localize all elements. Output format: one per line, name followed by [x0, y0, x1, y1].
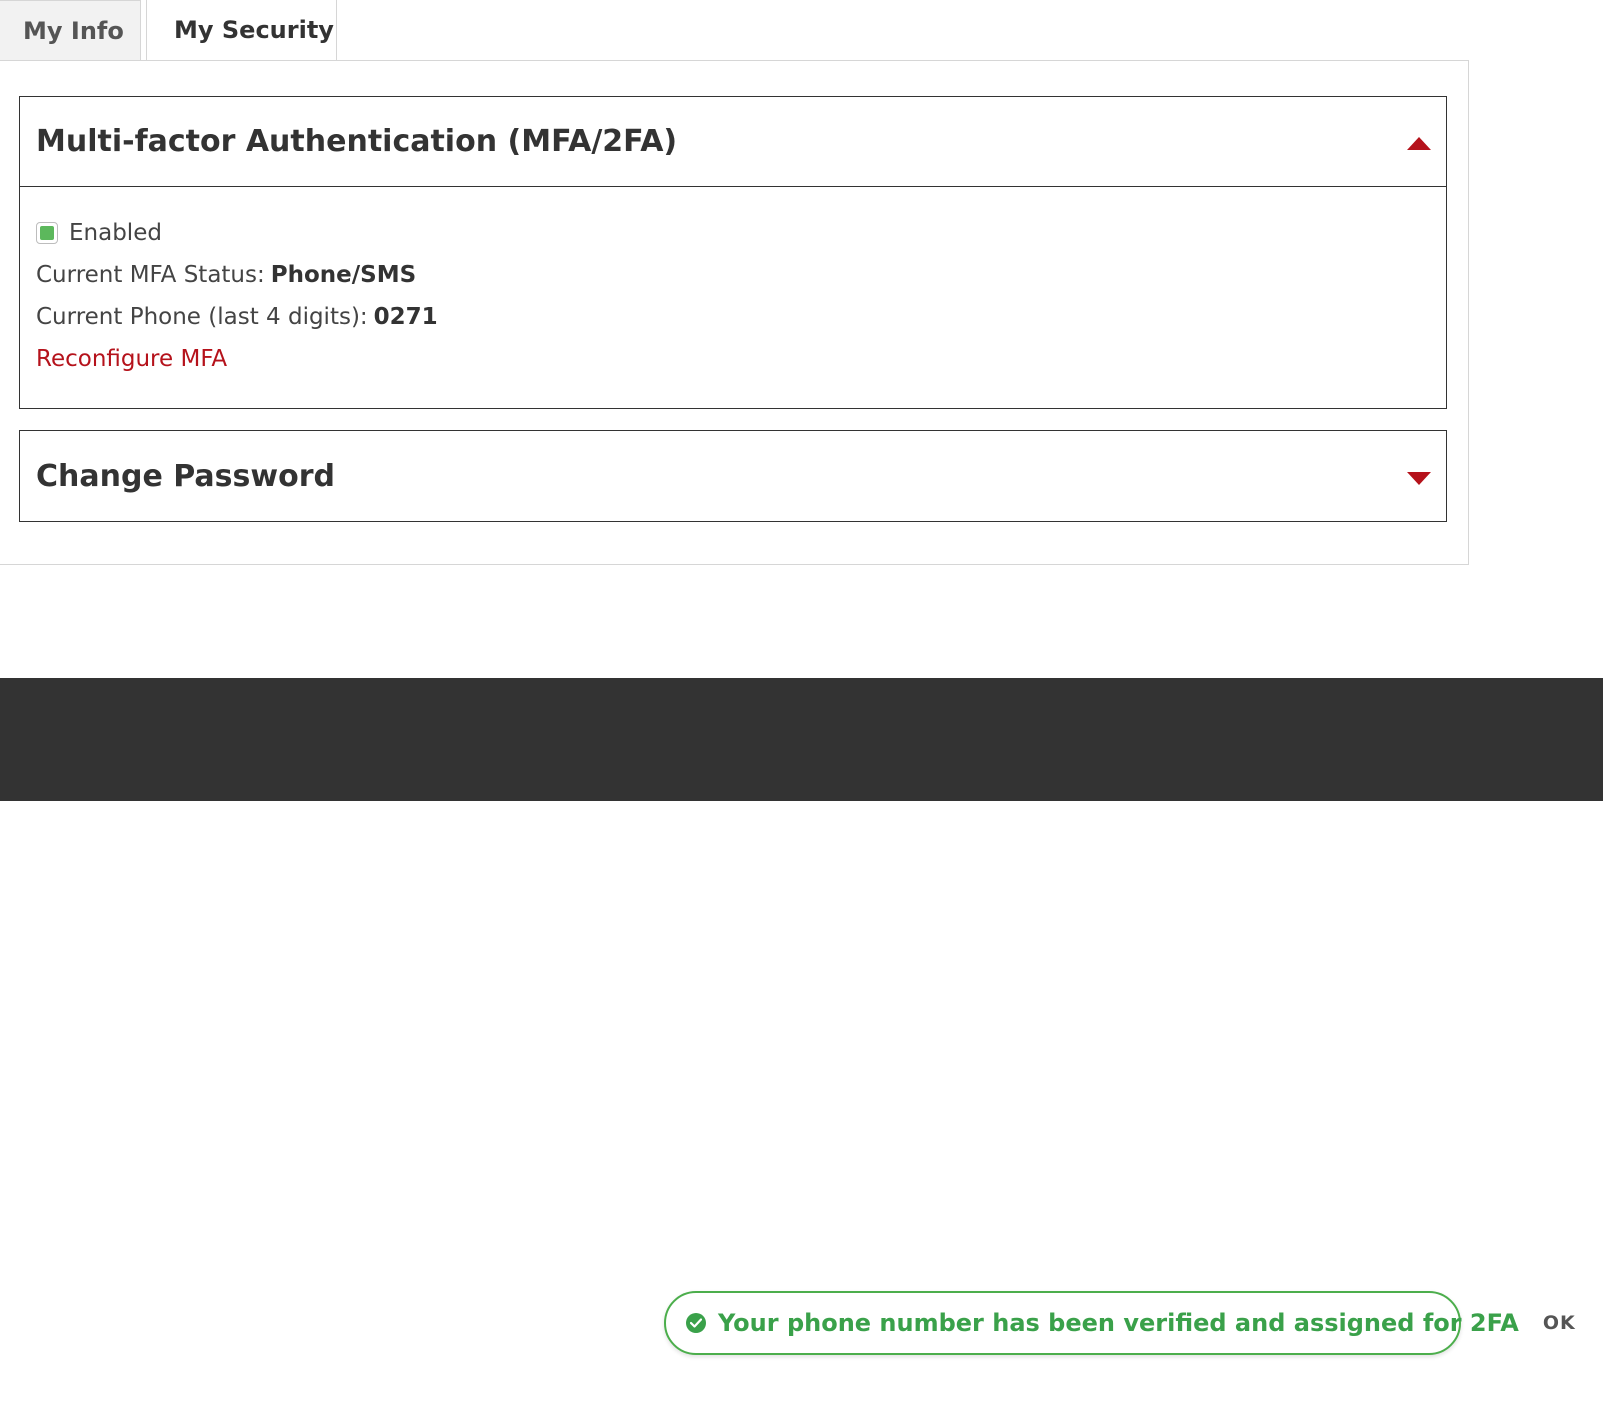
mfa-enabled-row: Enabled [36, 212, 1430, 254]
mfa-status-row: Current MFA Status: Phone/SMS [36, 254, 1430, 296]
reconfigure-row: Reconfigure MFA [36, 338, 1430, 380]
caret-down-icon[interactable] [1407, 472, 1431, 485]
mfa-status-label: Current MFA Status: [36, 262, 265, 288]
mfa-phone-row: Current Phone (last 4 digits): 0271 [36, 296, 1430, 338]
mfa-phone-value: 0271 [373, 304, 438, 330]
mfa-phone-label: Current Phone (last 4 digits): [36, 304, 368, 330]
security-tab-panel: Multi-factor Authentication (MFA/2FA) En… [0, 60, 1469, 565]
mfa-accordion: Multi-factor Authentication (MFA/2FA) En… [19, 96, 1447, 409]
checkbox-checked-indicator [40, 226, 54, 240]
tab-bar: My Info My Security [0, 0, 337, 60]
tab-my-security[interactable]: My Security [146, 0, 337, 60]
tab-my-security-label: My Security [174, 16, 334, 44]
change-password-title: Change Password [36, 458, 335, 494]
check-circle-icon [686, 1313, 706, 1333]
success-toast: Your phone number has been verified and … [664, 1291, 1575, 1355]
toast-message: Your phone number has been verified and … [718, 1309, 1519, 1337]
mfa-status-value: Phone/SMS [270, 262, 417, 288]
caret-up-icon[interactable] [1407, 137, 1431, 150]
mfa-section-title: Multi-factor Authentication (MFA/2FA) [36, 124, 678, 159]
toast-ok-button[interactable]: OK [1543, 1312, 1576, 1334]
checkmark-icon [690, 1318, 702, 1328]
change-password-accordion-header[interactable]: Change Password [20, 431, 1446, 521]
reconfigure-mfa-link[interactable]: Reconfigure MFA [36, 346, 227, 372]
mfa-enabled-label: Enabled [69, 220, 162, 246]
mfa-enabled-checkbox[interactable] [36, 222, 58, 244]
mfa-accordion-header[interactable]: Multi-factor Authentication (MFA/2FA) [20, 97, 1446, 187]
tab-my-info[interactable]: My Info [0, 0, 141, 60]
change-password-accordion: Change Password [19, 430, 1447, 522]
footer-band [0, 678, 1603, 801]
mfa-accordion-body: Enabled Current MFA Status: Phone/SMS Cu… [20, 212, 1446, 380]
tab-my-info-label: My Info [23, 16, 124, 45]
